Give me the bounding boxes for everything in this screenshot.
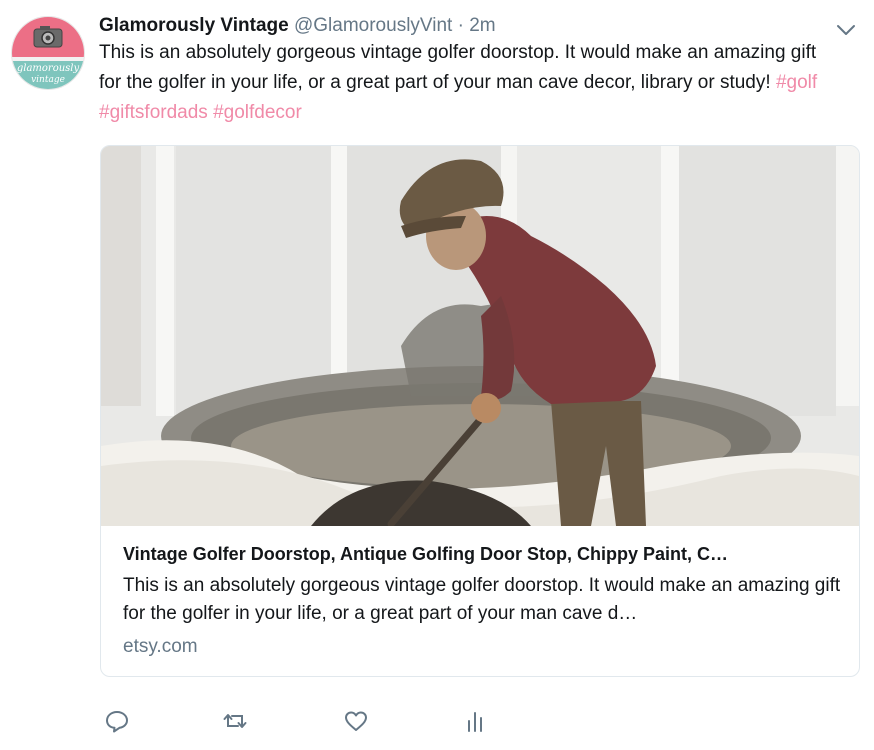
hashtag-golfdecor[interactable]: #golfdecor: [213, 102, 302, 123]
like-icon[interactable]: [343, 708, 369, 734]
author-name[interactable]: Glamorously Vintage: [99, 15, 289, 36]
retweet-icon[interactable]: [222, 708, 248, 734]
tweet-header: Glamorously Vintage @GlamorouslyVint · 2…: [99, 12, 496, 40]
card-domain: etsy.com: [123, 636, 198, 657]
card-image[interactable]: [101, 146, 859, 528]
avatar-logo: glamorously vintage: [12, 17, 84, 89]
analytics-icon[interactable]: [462, 708, 488, 734]
timestamp[interactable]: 2m: [469, 15, 495, 36]
avatar-text-1: glamorously: [17, 63, 80, 74]
card-description: This is an absolutely gorgeous vintage g…: [123, 575, 841, 624]
card-body: Vintage Golfer Doorstop, Antique Golfing…: [123, 542, 843, 662]
hashtag-golf[interactable]: #golf: [776, 72, 817, 93]
tweet-text: This is an absolutely gorgeous vintage g…: [99, 38, 839, 128]
reply-icon[interactable]: [104, 708, 130, 734]
card-title[interactable]: Vintage Golfer Doorstop, Antique Golfing…: [123, 542, 843, 566]
tweet-actions: [0, 700, 874, 740]
tweet-body: This is an absolutely gorgeous vintage g…: [99, 42, 817, 93]
tweet[interactable]: glamorously vintage Glamorously Vintage …: [0, 0, 874, 750]
author-handle[interactable]: @GlamorouslyVint: [294, 15, 452, 36]
separator: ·: [457, 15, 464, 36]
avatar[interactable]: glamorously vintage: [11, 16, 85, 90]
link-card[interactable]: Vintage Golfer Doorstop, Antique Golfing…: [100, 145, 860, 677]
hashtag-giftsfordads[interactable]: #giftsfordads: [99, 102, 208, 123]
avatar-text-2: vintage: [31, 75, 65, 85]
